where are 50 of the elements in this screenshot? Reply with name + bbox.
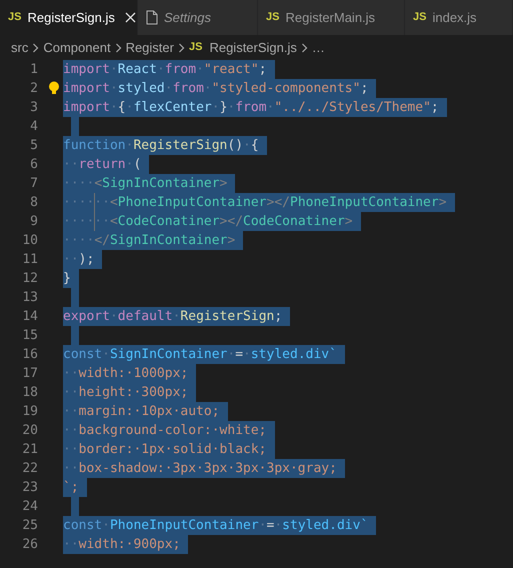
js-file-icon: JS bbox=[188, 39, 202, 56]
tab-label: index.js bbox=[432, 8, 477, 27]
line-number: 20 bbox=[21, 422, 38, 440]
line-number: 18 bbox=[21, 384, 38, 402]
line-number: 24 bbox=[21, 498, 38, 516]
line-number: 5 bbox=[29, 136, 38, 155]
line-number: 26 bbox=[21, 536, 38, 554]
js-file-icon: JS bbox=[8, 9, 22, 26]
breadcrumb-item[interactable]: RegisterSign.js bbox=[209, 38, 297, 58]
breadcrumb-item[interactable]: … bbox=[312, 38, 325, 58]
editor-tab[interactable]: JS RegisterSign.js bbox=[0, 0, 138, 35]
line-number: 19 bbox=[21, 402, 38, 421]
chevron-icon bbox=[114, 42, 122, 52]
js-file-icon: JS bbox=[413, 9, 426, 26]
line-number: 23 bbox=[21, 478, 38, 497]
line-number: 2 bbox=[29, 80, 38, 98]
lightbulb-icon[interactable] bbox=[48, 81, 60, 95]
line-number: 4 bbox=[29, 118, 38, 136]
close-icon[interactable] bbox=[124, 12, 136, 23]
line-number: 21 bbox=[21, 440, 38, 459]
line-number: 13 bbox=[21, 288, 38, 307]
breadcrumb-item[interactable]: Component bbox=[43, 38, 111, 58]
chevron-icon bbox=[178, 42, 185, 52]
chevron-icon bbox=[300, 42, 308, 52]
line-number: 6 bbox=[29, 156, 38, 174]
chevron-icon bbox=[32, 42, 40, 52]
editor-tab[interactable]: JS index.js bbox=[405, 0, 513, 35]
line-number: 7 bbox=[29, 174, 38, 193]
breadcrumb-item[interactable]: src bbox=[11, 38, 28, 58]
line-number: 16 bbox=[21, 346, 38, 364]
breadcrumb-item[interactable]: Register bbox=[126, 38, 174, 58]
editor-tab[interactable]: Settings bbox=[138, 0, 258, 35]
line-number: 11 bbox=[21, 250, 38, 269]
tab-label: RegisterSign.js bbox=[27, 8, 115, 27]
line-number: 14 bbox=[21, 308, 38, 326]
line-number: 17 bbox=[21, 364, 38, 383]
line-number: 1 bbox=[29, 60, 38, 79]
file-icon bbox=[146, 10, 158, 25]
editor-tab[interactable]: JS RegisterMain.js bbox=[258, 0, 405, 35]
line-number: 3 bbox=[29, 98, 38, 117]
line-number: 15 bbox=[21, 326, 38, 345]
line-number: 12 bbox=[21, 270, 38, 288]
line-number: 9 bbox=[29, 212, 38, 231]
js-file-icon: JS bbox=[266, 9, 280, 26]
line-number: 8 bbox=[29, 194, 38, 212]
line-number: 25 bbox=[21, 516, 38, 535]
tab-label: RegisterMain.js bbox=[285, 8, 376, 27]
line-number: 10 bbox=[21, 232, 38, 250]
tab-label: Settings bbox=[164, 8, 211, 27]
line-number: 22 bbox=[21, 460, 38, 478]
